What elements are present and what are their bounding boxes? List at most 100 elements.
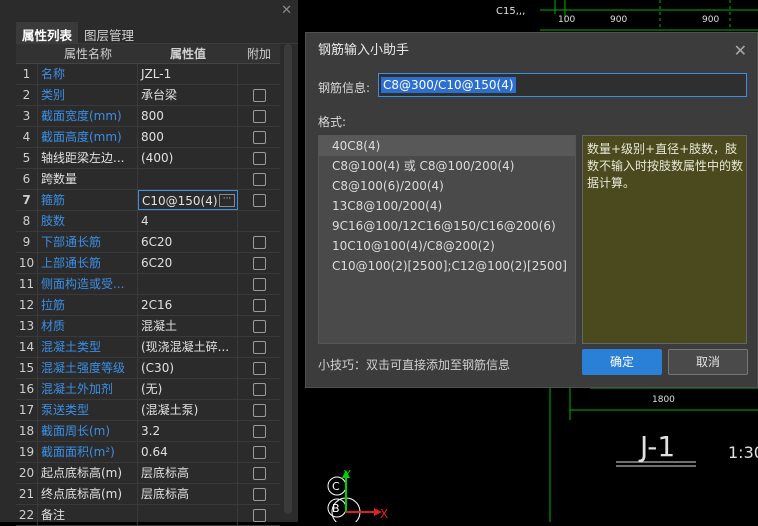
axis-y-label: Y [343,468,351,481]
row-index: 1 [16,64,38,84]
property-value[interactable]: JZL-1 [138,64,238,84]
table-row[interactable]: 2 类别 承台梁 [16,85,280,106]
property-value[interactable]: 层底标高 [138,484,238,504]
extra-checkbox[interactable] [252,319,266,333]
table-row[interactable]: 21 终点底标高(m) 层底标高 [16,484,280,505]
table-row[interactable]: 12 拉筋 2C16 [16,295,280,316]
row-index: 17 [16,400,38,420]
panel-close-icon[interactable]: ✕ [281,3,292,18]
format-item[interactable]: 10C10@100(4)/C8@200(2) [319,236,575,256]
extra-checkbox[interactable] [252,340,266,354]
table-row[interactable]: 8 肢数 4 [16,211,280,232]
extra-checkbox[interactable] [252,151,266,165]
row-index: 14 [16,337,38,357]
panel-tabs: 属性列表 图层管理 [16,22,298,44]
property-value[interactable]: (混凝土泵) [138,400,238,420]
table-row[interactable]: 17 泵送类型 (混凝土泵) [16,400,280,421]
property-value-text: (400) [141,151,174,165]
property-value[interactable]: 层底标高 [138,463,238,483]
table-row[interactable]: 11 侧面构造或受... [16,274,280,295]
more-icon[interactable]: ··· [219,194,235,207]
table-row[interactable]: 7 箍筋 C10@150(4) ··· [16,190,280,211]
property-value[interactable]: (无) [138,379,238,399]
extra-cell [238,232,280,252]
property-value[interactable] [138,274,238,294]
property-value[interactable]: 3.2 [138,421,238,441]
property-value[interactable]: 2C16 [138,295,238,315]
property-value[interactable]: 混凝土 [138,316,238,336]
extra-checkbox[interactable] [252,277,266,291]
format-item[interactable]: 9C16@100/12C16@150/C16@200(6) [319,216,575,236]
property-panel: ✕ 属性列表 图层管理 属性名称 属性值 附加 1 名称 JZL-1 2 类别 承台梁 3 截… [0,0,298,526]
property-name: 起点底标高(m) [38,463,138,483]
format-description: 数量+级别+直径+肢数，肢数不输入时按肢数属性中的数据计算。 [582,135,747,344]
extra-checkbox[interactable] [252,298,266,312]
property-value[interactable]: 0.64 [138,442,238,462]
format-item[interactable]: C8@100(6)/200(4) [319,176,575,196]
tab-property-list[interactable]: 属性列表 [16,22,79,43]
table-row[interactable]: 10 上部通长筋 6C20 [16,253,280,274]
table-row[interactable]: 19 截面面积(m²) 0.64 [16,442,280,463]
ok-button[interactable]: 确定 [582,349,662,375]
format-item[interactable]: 13C8@100/200(4) [319,196,575,216]
extra-checkbox[interactable] [252,256,266,270]
property-value[interactable]: (400) [138,148,238,168]
extra-checkbox[interactable] [252,466,266,480]
vertical-scrollbar[interactable] [284,44,292,514]
extra-checkbox[interactable] [252,109,266,123]
extra-cell [238,274,280,294]
extra-checkbox[interactable] [252,235,266,249]
table-row[interactable]: 13 材质 混凝土 [16,316,280,337]
property-value[interactable]: 承台梁 [138,85,238,105]
extra-checkbox[interactable] [252,172,266,186]
format-item[interactable]: 40C8(4) [319,136,575,156]
property-value[interactable] [138,169,238,189]
cancel-button[interactable]: 取消 [668,349,748,375]
property-value[interactable]: 800 [138,127,238,147]
extra-checkbox[interactable] [252,487,266,501]
table-row[interactable]: 6 跨数量 [16,169,280,190]
property-value[interactable]: 6C20 [138,253,238,273]
property-value[interactable]: 4 [138,211,238,231]
row-index: 15 [16,358,38,378]
table-row[interactable]: 9 下部通长筋 6C20 [16,232,280,253]
format-list[interactable]: 40C8(4) C8@100(4) 或 C8@100/200(4) C8@100… [318,135,576,344]
property-value[interactable]: C10@150(4) ··· [138,190,238,210]
table-row[interactable]: 20 起点底标高(m) 层底标高 [16,463,280,484]
property-value[interactable]: (现浇混凝土碎... [138,337,238,357]
extra-checkbox[interactable] [252,361,266,375]
rebar-info-input[interactable]: C8@300/C10@150(4) [378,73,747,97]
dialog-close-icon[interactable]: ✕ [734,33,747,69]
table-row[interactable]: 3 截面宽度(mm) 800 [16,106,280,127]
extra-checkbox[interactable] [252,445,266,459]
cad-label-c15: C15,,, [496,6,525,17]
table-row[interactable]: 15 混凝土强度等级 (C30) [16,358,280,379]
extra-checkbox[interactable] [252,382,266,396]
property-value[interactable]: 6C20 [138,232,238,252]
property-value[interactable]: (C30) [138,358,238,378]
format-item[interactable]: C10@100(2)[2500];C12@100(2)[2500] [319,256,575,276]
table-row[interactable]: 16 混凝土外加剂 (无) [16,379,280,400]
table-row[interactable]: 22 备注 [16,505,280,526]
table-row[interactable]: 1 名称 JZL-1 [16,64,280,85]
extra-checkbox[interactable] [252,193,266,207]
table-row[interactable]: 4 截面高度(mm) 800 [16,127,280,148]
left-scrollbar[interactable] [2,44,12,514]
format-item[interactable]: C8@100(4) 或 C8@100/200(4) [319,156,575,176]
extra-cell [238,379,280,399]
axis-b-label: B [332,502,340,515]
extra-checkbox[interactable] [252,88,266,102]
extra-checkbox[interactable] [252,508,266,522]
property-value[interactable]: 800 [138,106,238,126]
extra-checkbox[interactable] [252,403,266,417]
tab-layer-manage[interactable]: 图层管理 [78,22,140,43]
row-index: 22 [16,505,38,525]
table-row[interactable]: 5 轴线距梁左边... (400) [16,148,280,169]
table-row[interactable]: 18 截面周长(m) 3.2 [16,421,280,442]
property-name: 终点底标高(m) [38,484,138,504]
header-value: 属性值 [169,47,206,61]
extra-checkbox[interactable] [252,130,266,144]
table-row[interactable]: 14 混凝土类型 (现浇混凝土碎... [16,337,280,358]
property-value[interactable] [138,505,238,525]
extra-checkbox[interactable] [252,424,266,438]
